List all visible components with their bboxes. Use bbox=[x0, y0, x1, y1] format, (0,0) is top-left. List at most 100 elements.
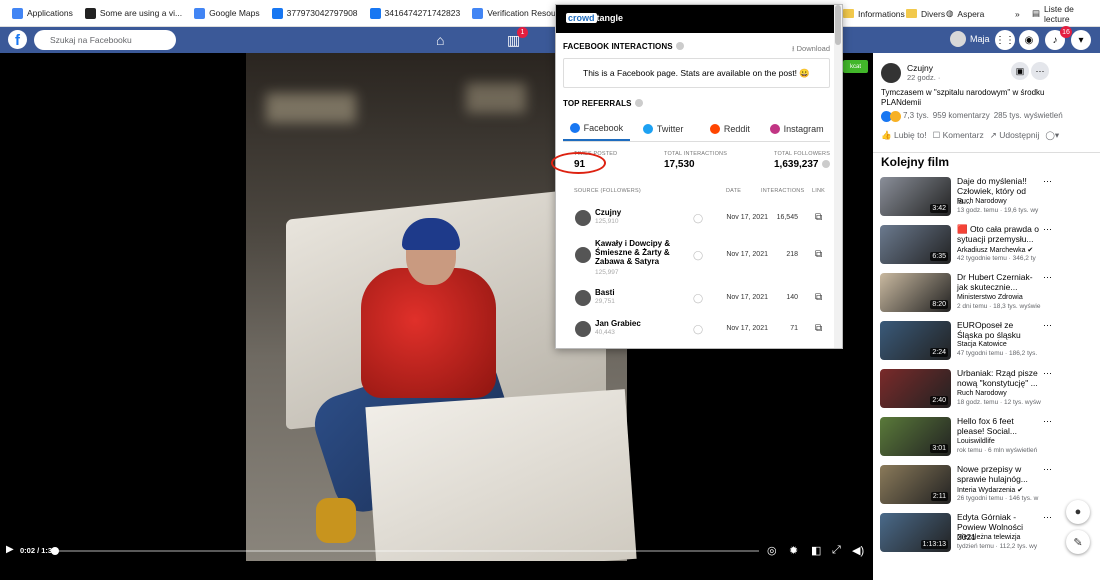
avatar[interactable] bbox=[575, 210, 591, 226]
more-options-icon[interactable]: ⋯ bbox=[1043, 224, 1052, 235]
comment-icon[interactable]: ◯ bbox=[693, 213, 703, 224]
video-channel[interactable]: Niezależna telewizja bbox=[957, 534, 1020, 541]
panel-scrollbar-thumb[interactable] bbox=[835, 5, 841, 45]
download-link[interactable]: ⭳ Download bbox=[792, 43, 830, 56]
comments-count[interactable]: 959 komentarzy bbox=[933, 111, 990, 122]
more-options-icon[interactable]: ⋯ bbox=[1043, 368, 1052, 379]
share-button[interactable]: ↗ Udostępnij bbox=[990, 130, 1040, 141]
comment-icon[interactable]: ◯ bbox=[693, 293, 703, 304]
volume-icon[interactable]: ◀) bbox=[852, 544, 864, 557]
video-title[interactable]: Nowe przepisy w sprawie hulajnóg... bbox=[957, 464, 1041, 484]
list-item[interactable]: 8:20 Dr Hubert Czerniak-jak skutecznie...… bbox=[880, 272, 1095, 320]
video-thumbnail[interactable]: 2:11 bbox=[880, 465, 951, 504]
source-name[interactable]: Kawały i Dowcipy & Śmieszne & Żarty & Za… bbox=[595, 239, 673, 266]
video-thumbnail[interactable]: 2:40 bbox=[880, 369, 951, 408]
more-options-icon[interactable]: ⋯ bbox=[1031, 62, 1049, 80]
more-options-icon[interactable]: ⋯ bbox=[1043, 464, 1052, 475]
bookmark-informations[interactable]: Informations bbox=[843, 0, 905, 27]
video-title[interactable]: Dr Hubert Czerniak-jak skutecznie... bbox=[957, 272, 1041, 292]
bookmark-item[interactable]: 377973042797908 bbox=[266, 7, 364, 19]
comment-icon[interactable]: ◯ bbox=[693, 250, 703, 261]
source-name[interactable]: Basti bbox=[595, 288, 673, 297]
bookmarks-more[interactable]: » bbox=[1015, 0, 1020, 27]
list-item[interactable]: 2:24 EUROposeł ze Śląska po śląsku Stacja … bbox=[880, 320, 1095, 368]
search-input[interactable]: Szukaj na Facebooku bbox=[34, 30, 176, 50]
video-channel[interactable]: Ruch Narodowy bbox=[957, 390, 1007, 397]
info-icon[interactable] bbox=[634, 99, 643, 107]
video-channel[interactable]: Interia Wydarzenia ✔ bbox=[957, 486, 1023, 494]
info-icon[interactable] bbox=[675, 42, 684, 50]
list-item[interactable]: 3:42 Daje do myślenia!! Człowiek, który o… bbox=[880, 176, 1095, 224]
external-link-icon[interactable]: ⧉ bbox=[815, 323, 822, 334]
avatar[interactable] bbox=[881, 63, 901, 83]
video-thumbnail[interactable]: 2:24 bbox=[880, 321, 951, 360]
source-name[interactable]: Jan Grabiec bbox=[595, 319, 673, 328]
account-chevron-down-icon[interactable]: ▾ bbox=[1071, 30, 1091, 50]
video-thumbnail[interactable]: 1:13:13 bbox=[880, 513, 951, 552]
source-name[interactable]: Czujny bbox=[595, 208, 673, 217]
more-options-icon[interactable]: ⋯ bbox=[1043, 320, 1052, 331]
tab-reddit[interactable]: Reddit bbox=[697, 117, 764, 141]
more-options-icon[interactable]: ⋯ bbox=[1043, 512, 1052, 523]
reactions-icon[interactable] bbox=[881, 111, 901, 122]
list-item[interactable]: 6:35 🟥 Oto cała prawda o sytuacji przemys… bbox=[880, 224, 1095, 272]
tab-instagram[interactable]: Instagram bbox=[763, 117, 830, 141]
bookmark-item[interactable]: Google Maps bbox=[188, 7, 266, 19]
miniplayer-icon[interactable]: ◧ bbox=[811, 544, 821, 557]
save-icon[interactable]: ▣ bbox=[1011, 62, 1029, 80]
fullscreen-icon[interactable]: ⤢ bbox=[832, 544, 841, 557]
new-message-icon[interactable]: ✎ bbox=[1066, 530, 1090, 554]
tab-twitter[interactable]: Twitter bbox=[630, 117, 697, 141]
tab-facebook[interactable]: Facebook bbox=[563, 117, 630, 141]
bookmark-item[interactable]: Some are using a vi... bbox=[79, 7, 188, 19]
like-button[interactable]: 👍 Lubię to! bbox=[881, 130, 927, 141]
video-progress-bar[interactable] bbox=[51, 547, 759, 555]
external-link-icon[interactable]: ⧉ bbox=[815, 212, 822, 223]
comment-button[interactable]: ☐ Komentarz bbox=[933, 130, 984, 141]
facebook-logo-icon[interactable]: f bbox=[8, 30, 27, 49]
bookmark-divers[interactable]: Divers bbox=[906, 0, 945, 27]
bookmark-item[interactable]: 3416474271742823 bbox=[364, 7, 467, 19]
home-icon[interactable]: ⌂ bbox=[436, 32, 444, 48]
video-title[interactable]: Hello fox 6 feet please! Social... bbox=[957, 416, 1041, 436]
external-link-icon[interactable]: ⧉ bbox=[815, 249, 822, 260]
messenger-icon[interactable]: ◉ bbox=[1019, 30, 1039, 50]
menu-grid-icon[interactable]: ⋮⋮ bbox=[995, 30, 1015, 50]
video-thumbnail[interactable]: 3:01 bbox=[880, 417, 951, 456]
external-link-icon[interactable]: ⧉ bbox=[815, 292, 822, 303]
comment-icon[interactable]: ◯ bbox=[693, 324, 703, 335]
bookmark-aspera[interactable]: ◍ Aspera bbox=[946, 0, 984, 27]
video-channel[interactable]: Arkadiusz Marchewka ✔ bbox=[957, 246, 1033, 254]
video-thumbnail[interactable]: 6:35 bbox=[880, 225, 951, 264]
list-item[interactable]: 2:40 Urbaniak: Rząd pisze nową "konstytuc… bbox=[880, 368, 1095, 416]
video-channel[interactable]: Ruch Narodowy bbox=[957, 198, 1007, 205]
captions-icon[interactable]: ◎ bbox=[767, 544, 777, 557]
list-item[interactable]: 1:13:13 Edyta Górniak - Powiew Wolności 2… bbox=[880, 512, 1095, 560]
avatar[interactable] bbox=[575, 321, 591, 337]
avatar[interactable] bbox=[575, 247, 591, 263]
video-progress-knob[interactable] bbox=[51, 547, 59, 555]
more-options-icon[interactable]: ⋯ bbox=[1043, 176, 1052, 187]
video-title[interactable]: Urbaniak: Rząd pisze nową "konstytucję" … bbox=[957, 368, 1041, 388]
reading-list[interactable]: ▤ Liste de lecture bbox=[1032, 0, 1100, 27]
more-options-icon[interactable]: ⋯ bbox=[1043, 416, 1052, 427]
video-thumbnail[interactable]: 8:20 bbox=[880, 273, 951, 312]
list-item[interactable]: 3:01 Hello fox 6 feet please! Social... Lo… bbox=[880, 416, 1095, 464]
video-channel[interactable]: Ministerstwo Zdrowia bbox=[957, 294, 1023, 301]
post-author[interactable]: Czujny bbox=[907, 63, 940, 73]
video-title[interactable]: 🟥 Oto cała prawda o sytuacji przemysłu..… bbox=[957, 224, 1041, 244]
video-title[interactable]: EUROposeł ze Śląska po śląsku bbox=[957, 320, 1041, 340]
person-icon[interactable]: ● bbox=[1066, 500, 1090, 524]
video-channel[interactable]: Louiswildlife bbox=[957, 438, 995, 445]
user-profile[interactable]: Maja bbox=[950, 31, 990, 47]
panel-scrollbar[interactable] bbox=[834, 5, 842, 348]
settings-gear-icon[interactable]: ✹ bbox=[789, 544, 798, 557]
play-icon[interactable]: ▶ bbox=[6, 544, 14, 555]
list-item[interactable]: 2:11 Nowe przepisy w sprawie hulajnóg... I… bbox=[880, 464, 1095, 512]
more-options-icon[interactable]: ⋯ bbox=[1043, 272, 1052, 283]
post-time[interactable]: 22 godz. · bbox=[907, 73, 940, 82]
video-channel[interactable]: Stacja Katowice bbox=[957, 341, 1007, 348]
info-icon[interactable] bbox=[821, 160, 830, 168]
bookmark-item[interactable]: Applications bbox=[6, 7, 79, 19]
video-thumbnail[interactable]: 3:42 bbox=[880, 177, 951, 216]
